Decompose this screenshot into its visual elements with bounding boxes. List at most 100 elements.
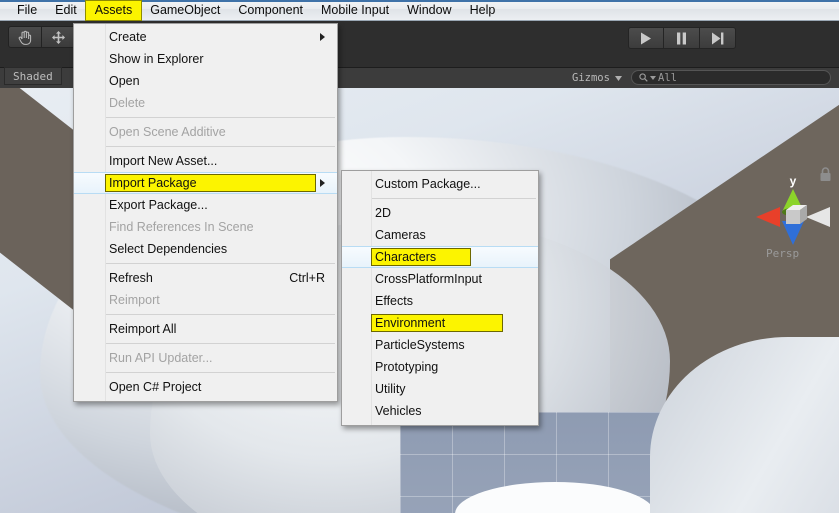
import-submenu-item-prototyping[interactable]: Prototyping [342,356,538,378]
assets-menu-item-run-api-updater: Run API Updater... [74,347,337,369]
gizmos-label: Gizmos [572,72,610,84]
menubar-item-assets[interactable]: Assets [84,0,143,21]
assets-menu-item-import-new-asset[interactable]: Import New Asset... [74,150,337,172]
scene-projection-label[interactable]: Persp [766,247,799,260]
assets-menu-separator [106,117,335,118]
menubar-item-gameobject[interactable]: GameObject [141,1,229,20]
menubar-item-file[interactable]: File [8,1,46,20]
import-submenu-separator [372,198,536,199]
import-submenu-item-crossplatforminput[interactable]: CrossPlatformInput [342,268,538,290]
transform-tools-group [8,26,76,48]
shading-mode-dropdown[interactable]: Shaded [4,67,62,85]
assets-menu-item-label: Open C# Project [109,380,202,394]
menubar-item-help[interactable]: Help [461,1,505,20]
import-submenu-item-label: Effects [375,294,413,308]
import-submenu-item-label: Prototyping [375,360,439,374]
search-filter-chevron-icon[interactable] [650,75,656,80]
import-submenu-item-label: CrossPlatformInput [375,272,482,286]
import-submenu-item-utility[interactable]: Utility [342,378,538,400]
move-icon [52,30,65,44]
assets-menu-item-label: Import New Asset... [109,154,218,168]
scene-search-input[interactable]: All [631,70,831,85]
axis-negx-cone [806,207,830,227]
menubar-item-window[interactable]: Window [398,1,460,20]
axis-y-label: y [790,174,797,188]
import-submenu-item-cameras[interactable]: Cameras [342,224,538,246]
unity-editor-window: Gizmos All y Persp Shaded File Edit Asse… [0,0,839,513]
import-submenu-item-label: Vehicles [375,404,422,418]
import-submenu-item-label: Utility [375,382,406,396]
import-submenu-item-label: Characters [371,248,471,266]
import-submenu-item-custom-package[interactable]: Custom Package... [342,173,538,195]
assets-menu-item-export-package[interactable]: Export Package... [74,194,337,216]
assets-menu-item-label: Create [109,30,147,44]
lock-icon[interactable] [819,167,832,182]
assets-menu-item-open[interactable]: Open [74,70,337,92]
assets-menu-item-label: Import Package [105,174,316,192]
import-package-submenu[interactable]: Custom Package... 2D Cameras Characters Cros… [341,170,539,426]
assets-menu-separator [106,314,335,315]
assets-menu-separator [106,343,335,344]
step-forward-icon [712,32,724,44]
assets-menu-item-reimport-all[interactable]: Reimport All [74,318,337,340]
axis-x-cone [756,207,780,227]
assets-menu-item-import-package[interactable]: Import Package [74,172,337,194]
assets-menu-item-label: Show in Explorer [109,52,204,66]
assets-menu-item-label: Find References In Scene [109,220,254,234]
assets-menu-item-refresh[interactable]: Refresh Ctrl+R [74,267,337,289]
scene-search-value: All [658,71,677,84]
import-submenu-item-vehicles[interactable]: Vehicles [342,400,538,422]
submenu-arrow-icon [320,33,325,41]
assets-menu-item-delete: Delete [74,92,337,114]
import-submenu-item-particlesystems[interactable]: ParticleSystems [342,334,538,356]
assets-menu-item-label: Open [109,74,140,88]
import-submenu-item-label: Custom Package... [375,177,481,191]
assets-menu-item-label: Run API Updater... [109,351,213,365]
assets-menu-separator [106,146,335,147]
assets-menu[interactable]: Create Show in Explorer Open Delete Open Sce… [73,23,338,402]
assets-menu-separator [106,263,335,264]
menubar-item-edit[interactable]: Edit [46,1,86,20]
import-submenu-item-label: ParticleSystems [375,338,465,352]
assets-menu-item-open-scene-additive: Open Scene Additive [74,121,337,143]
import-submenu-item-label: 2D [375,206,391,220]
import-submenu-item-effects[interactable]: Effects [342,290,538,312]
import-submenu-item-environment[interactable]: Environment [342,312,538,334]
assets-menu-item-label: Open Scene Additive [109,125,226,139]
assets-menu-item-label: Select Dependencies [109,242,228,256]
import-submenu-item-label: Environment [371,314,503,332]
gizmos-dropdown[interactable]: Gizmos [572,70,622,86]
assets-menu-item-label: Export Package... [109,198,208,212]
assets-menu-item-reimport: Reimport [74,289,337,311]
menu-bar: File Edit Assets GameObject Component Mobile … [0,0,839,21]
assets-menu-item-create[interactable]: Create [74,26,337,48]
menubar-item-component[interactable]: Component [229,1,312,20]
axis-center-cube [786,210,800,224]
assets-menu-item-find-references-in-scene: Find References In Scene [74,216,337,238]
shading-mode-label: Shaded [13,69,53,83]
step-button[interactable] [700,27,736,49]
move-tool-button[interactable] [42,26,76,48]
assets-menu-item-open-c-project[interactable]: Open C# Project [74,376,337,398]
axis-z-cone [782,221,804,245]
play-icon [641,32,651,44]
assets-menu-item-label: Refresh [109,271,153,285]
assets-menu-item-select-dependencies[interactable]: Select Dependencies [74,238,337,260]
assets-menu-item-label: Reimport [109,293,160,307]
import-submenu-item-characters[interactable]: Characters [342,246,538,268]
pause-button[interactable] [664,27,700,49]
assets-menu-separator [106,372,335,373]
chevron-down-icon [614,75,622,81]
search-icon [639,73,648,82]
assets-menu-item-show-in-explorer[interactable]: Show in Explorer [74,48,337,70]
assets-menu-item-label: Delete [109,96,146,110]
hand-icon [18,30,32,45]
import-submenu-item-2d[interactable]: 2D [342,202,538,224]
submenu-arrow-icon [320,179,325,187]
assets-menu-item-label: Reimport All [109,322,177,336]
menubar-item-mobile-input[interactable]: Mobile Input [312,1,398,20]
playback-controls [628,27,736,49]
import-submenu-item-label: Cameras [375,228,426,242]
play-button[interactable] [628,27,664,49]
hand-tool-button[interactable] [8,26,42,48]
